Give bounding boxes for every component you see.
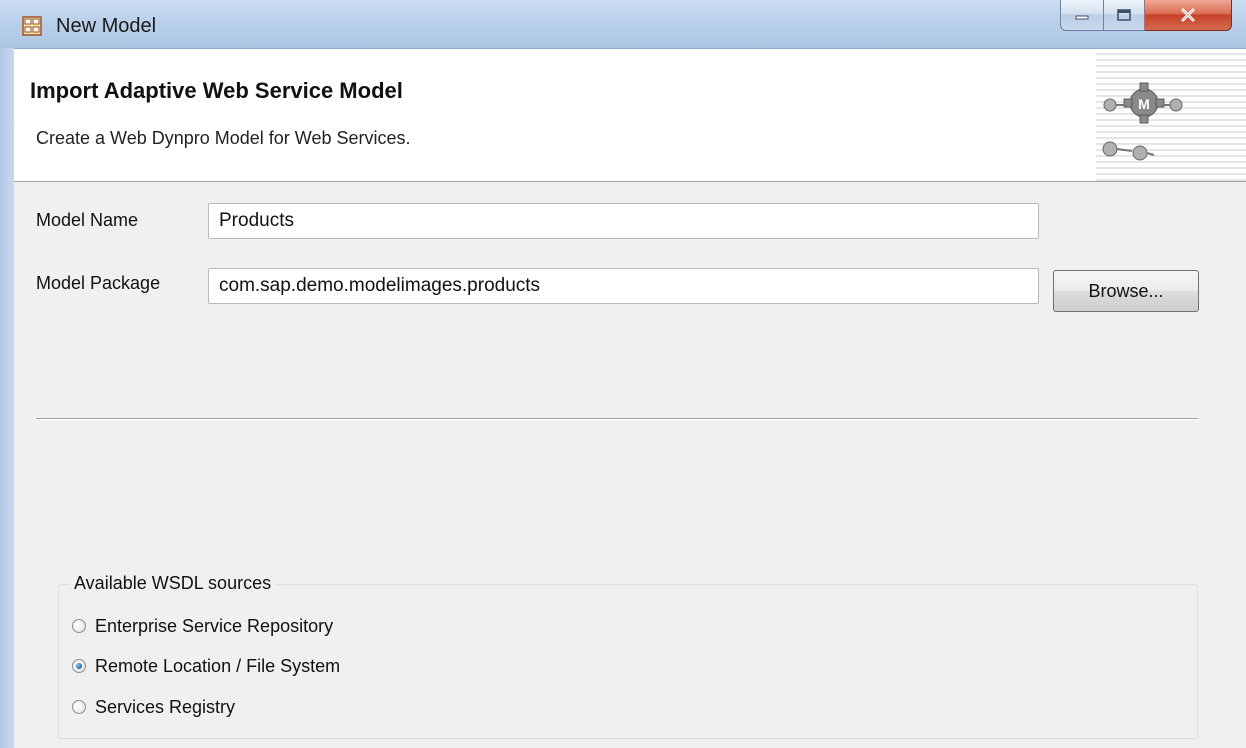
window-frame-left (0, 48, 14, 748)
page-title: Import Adaptive Web Service Model (30, 78, 403, 103)
separator-line (36, 418, 1198, 420)
model-name-input[interactable] (208, 203, 1039, 239)
window-title: New Model (56, 15, 157, 37)
radio-button-icon[interactable] (72, 619, 86, 633)
close-icon (1181, 8, 1195, 22)
radio-services-registry[interactable]: Services Registry (72, 693, 235, 721)
browse-button[interactable]: Browse... (1053, 270, 1199, 312)
radio-label[interactable]: Enterprise Service Repository (95, 616, 333, 637)
page-description: Create a Web Dynpro Model for Web Servic… (36, 128, 411, 148)
app-window-icon[interactable] (22, 16, 42, 36)
radio-remote-location-file-system[interactable]: Remote Location / File System (72, 652, 340, 680)
radio-label[interactable]: Services Registry (95, 697, 235, 718)
maximize-button[interactable] (1104, 0, 1145, 31)
model-package-input[interactable] (208, 268, 1039, 304)
web-dynpro-model-gears-icon: M (1102, 82, 1183, 161)
radio-button-selected-icon[interactable] (72, 659, 86, 673)
wizard-header: Import Adaptive Web Service Model Create… (14, 49, 1246, 182)
model-package-label: Model Package (36, 273, 161, 293)
maximize-icon (1117, 9, 1131, 21)
minimize-icon (1075, 15, 1089, 20)
radio-enterprise-service-repository[interactable]: Enterprise Service Repository (72, 612, 333, 640)
model-name-label: Model Name (36, 210, 139, 230)
wsdl-sources-group-label: Available WSDL sources (70, 573, 276, 594)
close-button[interactable] (1145, 0, 1232, 31)
radio-button-icon[interactable] (72, 700, 86, 714)
radio-label[interactable]: Remote Location / File System (95, 656, 340, 677)
minimize-button[interactable] (1060, 0, 1104, 31)
window-controls (1060, 0, 1238, 32)
svg-text:M: M (1138, 96, 1150, 112)
title-bar[interactable]: New Model (0, 0, 1246, 49)
dialog-client-area: Import Adaptive Web Service Model Create… (14, 49, 1246, 748)
